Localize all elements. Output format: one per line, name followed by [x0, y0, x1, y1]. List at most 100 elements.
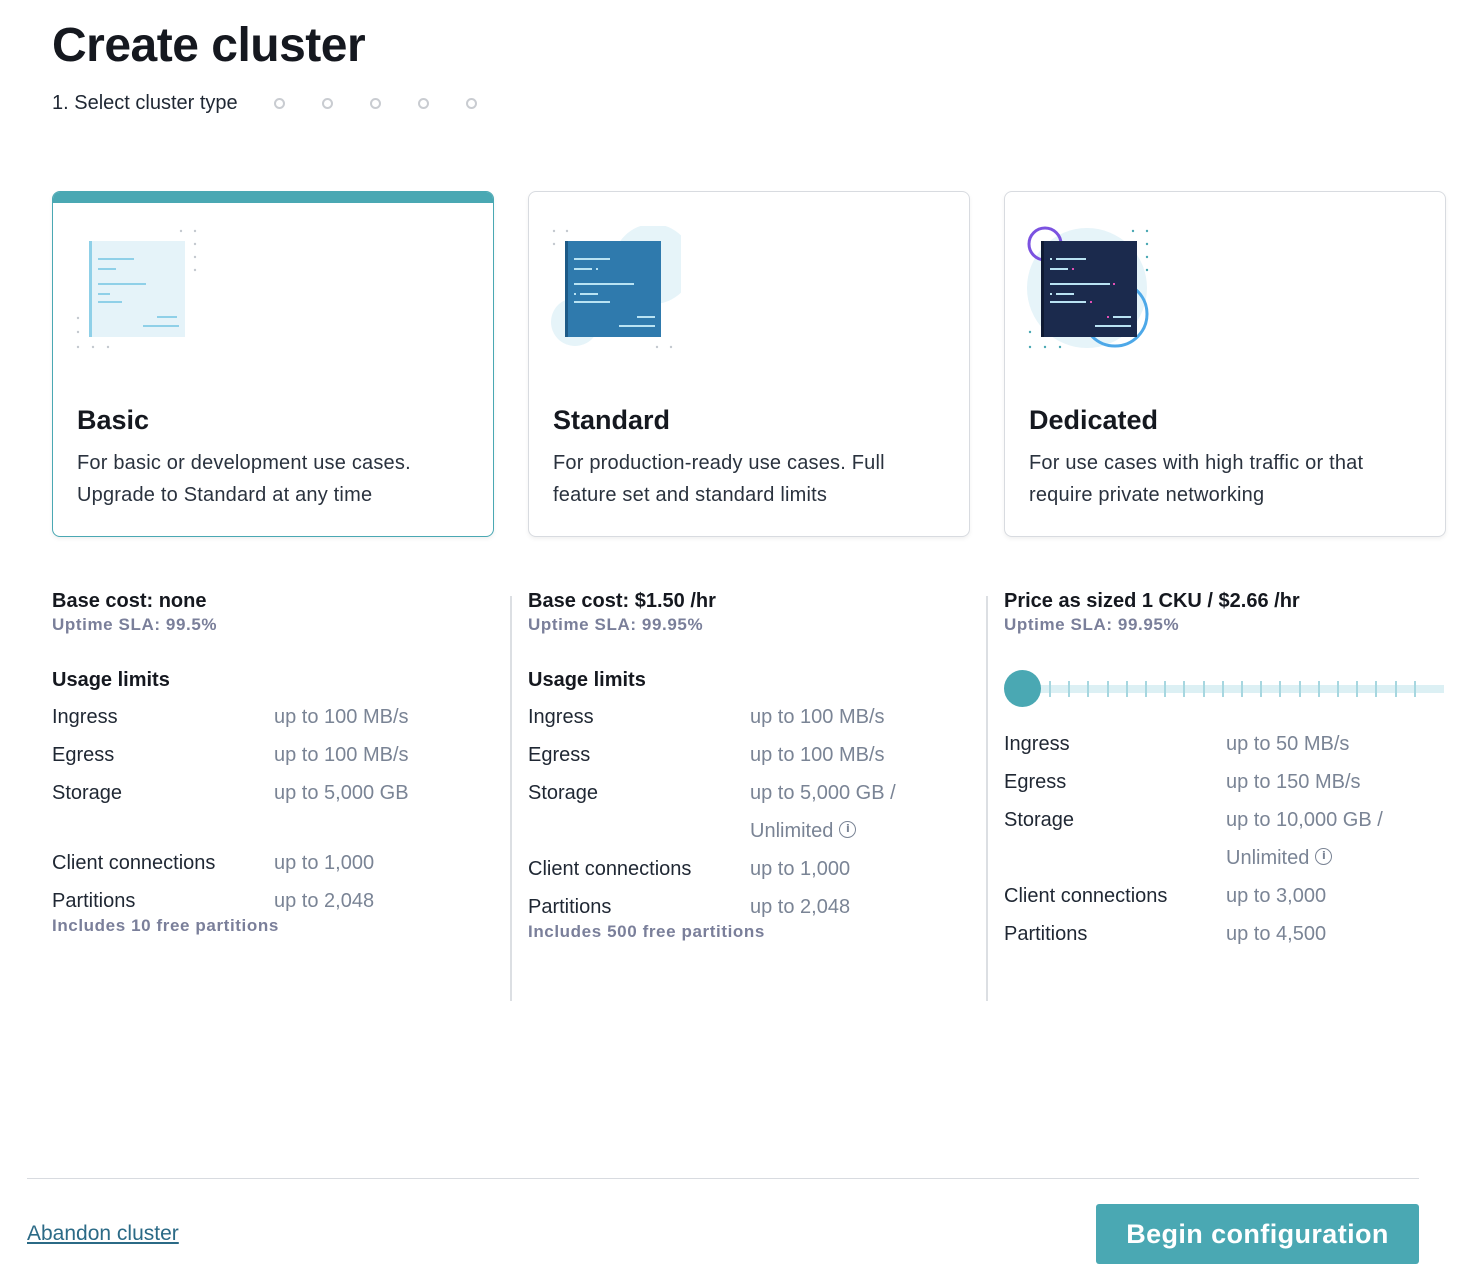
limit-value: up to 100 MB/s: [274, 706, 409, 728]
slider-tick: [1221, 681, 1224, 697]
slider-tick: [1298, 681, 1301, 697]
slider-tick: [1279, 681, 1282, 697]
limit-row-egress: Egress up to 100 MB/s: [52, 736, 494, 774]
usage-limits-heading: Usage limits: [528, 669, 646, 691]
slider-tick: [1202, 681, 1205, 697]
card-description: For production-ready use cases. Full fea…: [553, 452, 885, 506]
slider-tick: [1375, 681, 1378, 697]
step-dot-3: [321, 98, 333, 109]
standard-document-illustration: [551, 226, 681, 349]
limit-value-unlimited: Unlimited: [1226, 847, 1310, 869]
limit-value: up to 2,048: [750, 896, 851, 918]
limit-value: up to 5,000 GB /: [750, 782, 896, 804]
limit-value: up to 2,048: [274, 890, 375, 912]
limit-value: up to 100 MB/s: [274, 744, 409, 766]
limit-row-storage: Storage up to 10,000 GB /: [1004, 801, 1446, 839]
limit-row-storage-cont: Unlimited i: [1004, 839, 1446, 877]
begin-configuration-button[interactable]: Begin configuration: [1096, 1204, 1419, 1264]
slider-track[interactable]: [1022, 685, 1444, 693]
limit-label: Storage: [528, 782, 599, 804]
cluster-type-card-dedicated[interactable]: Dedicated For use cases with high traffi…: [1004, 191, 1446, 537]
cluster-type-card-basic[interactable]: Basic For basic or development use cases…: [52, 191, 494, 537]
slider-tick: [1337, 681, 1339, 697]
limit-row-storage-cont: Unlimited i: [528, 812, 970, 850]
limit-value: up to 10,000 GB /: [1226, 809, 1383, 831]
limit-label: Partitions: [528, 896, 612, 918]
step-dot-6: [465, 98, 477, 109]
footer-divider: [27, 1178, 1419, 1179]
card-title: Dedicated: [1029, 405, 1159, 435]
limit-row-storage: Storage up to 5,000 GB /: [528, 774, 970, 812]
slider-tick: [1413, 681, 1416, 697]
limit-value-unlimited: Unlimited: [750, 820, 834, 842]
limit-label: Ingress: [1004, 733, 1070, 755]
limit-label: Egress: [52, 744, 115, 766]
limit-row-ingress: Ingress up to 100 MB/s: [528, 698, 970, 736]
slider-tick: [1241, 681, 1243, 697]
step-dot-5: [417, 98, 429, 109]
step-dot-2: [273, 98, 285, 109]
limit-row-ingress: Ingress up to 100 MB/s: [52, 698, 494, 736]
basic-details: Base cost: none Uptime SLA: 99.5% Usage …: [52, 590, 494, 936]
limit-row-partitions: Partitions up to 2,048: [52, 882, 494, 920]
limit-row-client-connections: Client connections up to 1,000: [528, 850, 970, 888]
slider-thumb[interactable]: [1004, 670, 1041, 707]
slider-tick: [1356, 681, 1359, 697]
page-title: Create cluster: [52, 19, 366, 72]
base-cost: Base cost: none: [52, 590, 207, 612]
limit-value: up to 100 MB/s: [750, 744, 885, 766]
uptime-sla: Uptime SLA: 99.95%: [528, 615, 704, 634]
limit-value: up to 3,000: [1226, 885, 1327, 907]
limit-value: up to 100 MB/s: [750, 706, 885, 728]
current-step-label: 1. Select cluster type: [52, 92, 238, 114]
slider-tick: [1125, 681, 1128, 697]
basic-document-illustration: [76, 229, 197, 349]
limit-value: up to 150 MB/s: [1226, 771, 1361, 793]
stepper: 1. Select cluster type: [52, 92, 477, 115]
limit-label: Egress: [1004, 771, 1067, 793]
limit-label: Partitions: [52, 890, 136, 912]
limit-row-ingress: Ingress up to 50 MB/s: [1004, 725, 1446, 763]
base-cost: Base cost: $1.50 /hr: [528, 590, 716, 612]
limit-row-egress: Egress up to 150 MB/s: [1004, 763, 1446, 801]
slider-tick: [1317, 681, 1320, 697]
slider-tick: [1183, 681, 1186, 697]
limit-value: up to 1,000: [274, 852, 375, 874]
limit-row-storage: Storage up to 5,000 GB: [52, 774, 494, 812]
cluster-type-card-standard[interactable]: Standard For production-ready use cases.…: [528, 191, 970, 537]
standard-details: Base cost: $1.50 /hr Uptime SLA: 99.95% …: [528, 590, 970, 942]
limit-label: Partitions: [1004, 923, 1088, 945]
limit-label: Storage: [52, 782, 123, 804]
limit-value: up to 5,000 GB: [274, 782, 409, 804]
limit-row-client-connections: Client connections up to 3,000: [1004, 877, 1446, 915]
limit-label: Client connections: [528, 858, 692, 880]
step-dot-4: [369, 98, 381, 109]
limit-label: Ingress: [52, 706, 118, 728]
limit-row-partitions: Partitions up to 2,048: [528, 888, 970, 926]
usage-limits-heading: Usage limits: [52, 669, 170, 691]
slider-tick: [1106, 681, 1109, 697]
selected-indicator-bar: [53, 192, 493, 203]
limit-label: Client connections: [1004, 885, 1168, 907]
slider-tick: [1164, 681, 1167, 697]
slider-tick: [1049, 681, 1051, 697]
limit-value-cont: Unlimited i: [1226, 839, 1333, 877]
limit-row-partitions: Partitions up to 4,500: [1004, 915, 1446, 953]
cku-slider[interactable]: [1004, 669, 1444, 709]
limit-value-cont: Unlimited i: [750, 812, 857, 850]
uptime-sla: Uptime SLA: 99.5%: [52, 615, 218, 634]
uptime-sla: Uptime SLA: 99.95%: [1004, 615, 1180, 634]
limit-label: Client connections: [52, 852, 216, 874]
limit-value: up to 50 MB/s: [1226, 733, 1350, 755]
slider-tick: [1260, 681, 1263, 697]
dedicated-details: Price as sized 1 CKU / $2.66 /hr Uptime …: [1004, 590, 1446, 953]
column-divider: [986, 596, 988, 1001]
limit-row-client-connections: Client connections up to 1,000: [52, 844, 494, 882]
limit-label: Egress: [528, 744, 591, 766]
abandon-cluster-link[interactable]: Abandon cluster: [27, 1222, 179, 1246]
price-as-sized: Price as sized 1 CKU / $2.66 /hr: [1004, 590, 1300, 612]
limit-label: Storage: [1004, 809, 1075, 831]
info-icon[interactable]: i: [1315, 848, 1333, 866]
card-title: Basic: [77, 405, 150, 435]
info-icon[interactable]: i: [839, 821, 857, 839]
